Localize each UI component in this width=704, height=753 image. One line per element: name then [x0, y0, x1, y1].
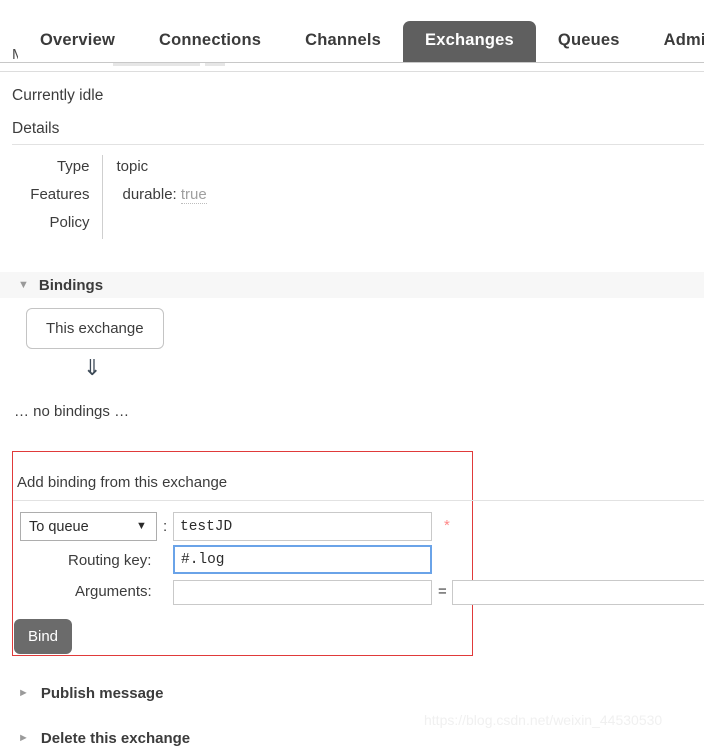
nav-underline [0, 62, 704, 63]
routing-key-input[interactable] [173, 545, 432, 574]
no-bindings-text: … no bindings … [14, 403, 130, 420]
tab-connections[interactable]: Connections [136, 21, 284, 62]
details-value-policy [102, 211, 207, 239]
add-binding-title: Add binding from this exchange [17, 474, 228, 491]
bindings-section-title: Bindings [38, 276, 104, 294]
table-row: Policy [12, 211, 207, 239]
destination-input[interactable] [173, 512, 432, 541]
tab-queues[interactable]: Queues [535, 21, 642, 62]
tab-overview[interactable]: Overview [18, 21, 137, 62]
exchange-status-text: Currently idle [12, 87, 104, 104]
details-value-type: topic [116, 158, 149, 175]
destination-type-select[interactable]: To queue To exchange [20, 512, 157, 541]
nav-tab-list: Overview Connections Channels Exchanges … [0, 18, 704, 62]
details-key-policy: Policy [12, 211, 103, 239]
main-navigation: Overview Connections Channels Exchanges … [0, 0, 704, 63]
arguments-equals-sign: = [438, 583, 447, 600]
triangle-down-icon: ▼ [18, 278, 29, 291]
delete-exchange-section[interactable]: ► Delete this exchange [18, 730, 190, 747]
add-binding-divider [13, 500, 704, 501]
routing-key-label: Routing key: [68, 552, 152, 569]
delete-exchange-label: Delete this exchange [40, 730, 191, 747]
rabbitmq-exchange-page: Message rateslast minute? Overview Conne… [0, 0, 704, 753]
details-value-features: durable: true [102, 183, 207, 211]
triangle-right-icon: ► [18, 732, 29, 744]
tab-admin[interactable]: Admin [641, 21, 704, 62]
destination-colon: : [163, 518, 168, 535]
bindings-section-header[interactable]: ▼ Bindings [0, 272, 704, 298]
details-table: Type topic Features durable: true Policy [12, 155, 207, 239]
double-down-arrow-icon: ⇓ [83, 355, 102, 380]
details-key-features: Features [12, 183, 103, 211]
required-asterisk: * [444, 517, 450, 534]
argument-value-input[interactable] [452, 580, 704, 605]
details-divider [12, 144, 704, 145]
table-row: Type topic [12, 155, 207, 183]
publish-message-section[interactable]: ► Publish message [18, 685, 163, 702]
argument-key-input[interactable] [173, 580, 432, 605]
this-exchange-node: This exchange [26, 308, 164, 349]
watermark-text: https://blog.csdn.net/weixin_44530530 [424, 712, 663, 728]
arguments-label: Arguments: [75, 583, 152, 600]
details-key-type: Type [12, 155, 103, 183]
details-heading: Details [12, 120, 60, 137]
publish-message-label: Publish message [40, 685, 164, 702]
bind-button[interactable]: Bind [14, 619, 73, 654]
feature-durable-value: true [180, 186, 207, 204]
triangle-right-icon: ► [18, 687, 29, 699]
table-row: Features durable: true [12, 183, 207, 211]
feature-durable-label: durable: [122, 186, 181, 203]
tab-exchanges[interactable]: Exchanges [402, 21, 536, 62]
tab-channels[interactable]: Channels [283, 21, 403, 62]
